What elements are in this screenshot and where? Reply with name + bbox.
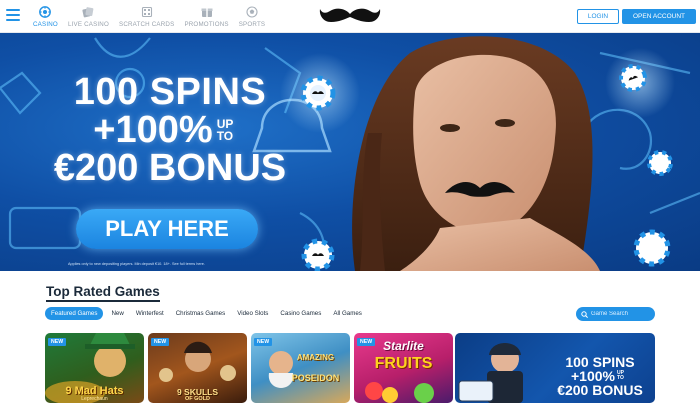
- nav-item-label: SCRATCH CARDS: [119, 21, 175, 28]
- promo-line-bonus: €200 BONUS: [557, 382, 643, 398]
- nav-item-scratch-cards[interactable]: SCRATCH CARDS: [114, 3, 179, 31]
- nav-item-sports[interactable]: SPORTS: [234, 3, 271, 31]
- game-tile-amazing-poseidon[interactable]: NEW AMAZING POSEIDON: [251, 333, 350, 403]
- game-subtitle: FRUITS: [374, 355, 433, 372]
- hero-line-percent: +100% UP TO: [40, 111, 300, 149]
- filter-christmas-games[interactable]: Christmas Games: [170, 307, 232, 320]
- game-subtitle: POSEIDON: [291, 373, 340, 383]
- sports-ball-icon: [246, 5, 259, 18]
- nav-item-casino[interactable]: CASINO: [28, 3, 63, 31]
- filter-video-slots[interactable]: Video Slots: [231, 307, 274, 320]
- play-here-button[interactable]: PLAY HERE: [76, 209, 258, 249]
- nav-item-promotions[interactable]: PROMOTIONS: [179, 3, 233, 31]
- nav-item-label: PROMOTIONS: [184, 21, 229, 28]
- terms-link[interactable]: Applies only to new depositing players. …: [68, 262, 248, 266]
- filter-all-games[interactable]: All Games: [327, 307, 368, 320]
- filter-new[interactable]: New: [105, 307, 129, 320]
- hero-headline: 100 SPINS +100% UP TO €200 BONUS: [40, 73, 300, 187]
- promo-line-spins: 100 SPINS: [565, 354, 635, 370]
- filter-casino-games[interactable]: Casino Games: [274, 307, 327, 320]
- main-nav: CASINO LIVE CASINO SCRATCH CARDS PROMOTI…: [28, 3, 270, 31]
- game-tile-9-skulls-of-gold[interactable]: NEW 9 SKULLS OF GOLD: [148, 333, 247, 403]
- filter-featured-games[interactable]: Featured Games: [45, 307, 104, 320]
- game-title: AMAZING: [296, 353, 335, 362]
- hero-banner[interactable]: 100 SPINS +100% UP TO €200 BONUS PLAY HE…: [0, 33, 700, 271]
- nav-item-label: SPORTS: [238, 21, 266, 28]
- game-tile-starlite-fruits[interactable]: NEW Starlite FRUITS: [354, 333, 453, 403]
- promo-bonus-card[interactable]: 100 SPINS +100% UP TO €200 BONUS: [455, 333, 655, 403]
- new-badge: NEW: [254, 338, 273, 346]
- promotions-icon: [200, 5, 213, 18]
- game-filter-tabs: Featured Games New Winterfest Christmas …: [45, 307, 368, 320]
- top-navigation-bar: CASINO LIVE CASINO SCRATCH CARDS PROMOTI…: [0, 0, 700, 33]
- hero-upto-text: UP TO: [216, 117, 234, 143]
- nav-item-live-casino[interactable]: LIVE CASINO: [63, 3, 114, 31]
- top-rated-games-heading: Top Rated Games: [46, 284, 160, 302]
- promo-percent-text: +100%: [571, 368, 615, 384]
- new-badge: NEW: [151, 338, 170, 346]
- promo-upto-text: UP TO: [616, 370, 624, 381]
- open-account-button[interactable]: OPEN ACCOUNT: [622, 9, 696, 24]
- promo-line-percent: +100% UP TO: [547, 369, 653, 383]
- new-badge: NEW: [48, 338, 67, 346]
- casino-chip-icon: [39, 5, 52, 18]
- search-icon: [581, 305, 588, 323]
- hero-line-spins: 100 SPINS: [73, 71, 267, 113]
- game-search-field[interactable]: [576, 307, 655, 321]
- model-portrait-art: [352, 36, 600, 271]
- scratch-card-icon: [140, 5, 153, 18]
- hero-line-bonus: €200 BONUS: [53, 147, 287, 189]
- mustache-logo[interactable]: [318, 5, 382, 27]
- game-subtitle: OF GOLD: [184, 396, 211, 402]
- nav-item-label: LIVE CASINO: [67, 21, 109, 28]
- login-button[interactable]: LOGIN: [577, 9, 619, 24]
- game-subtitle: Leprechaun: [81, 396, 108, 402]
- game-tile-9-mad-hats[interactable]: NEW 9 Mad Hats Leprechaun: [45, 333, 144, 403]
- game-title: Starlite: [383, 339, 424, 353]
- hamburger-menu-icon[interactable]: [6, 8, 20, 22]
- filter-winterfest[interactable]: Winterfest: [130, 307, 170, 320]
- hero-percent-text: +100%: [93, 109, 213, 151]
- game-search-input[interactable]: [591, 311, 653, 317]
- nav-item-label: CASINO: [33, 21, 58, 28]
- live-casino-icon: [82, 5, 95, 18]
- promo-headline: 100 SPINS +100% UP TO €200 BONUS: [547, 355, 653, 397]
